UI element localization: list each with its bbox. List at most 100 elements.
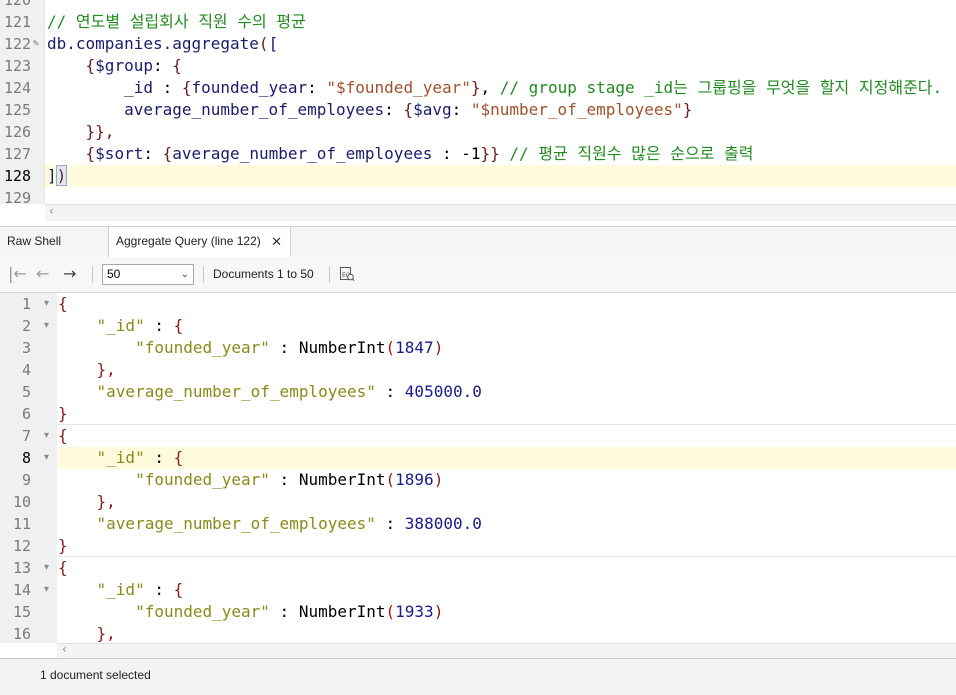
toolbar-divider: [329, 266, 330, 283]
code-token: _id: [47, 78, 153, 97]
editor-line[interactable]: 126 }},: [0, 121, 956, 143]
code-token: {: [403, 100, 414, 119]
code-token: :: [384, 100, 404, 119]
json-token: {: [58, 426, 68, 445]
result-line[interactable]: 2 ▾ "_id" : {: [0, 315, 956, 337]
json-text: "_id" : {: [58, 315, 184, 337]
code-token: ]: [47, 166, 57, 185]
query-editor[interactable]: 120 121 // 연도별 설립회사 직원 수의 평균 122 ✎ db.compani…: [0, 0, 956, 226]
fold-toggle-icon[interactable]: ▾: [44, 579, 49, 601]
editor-line[interactable]: 128]): [0, 165, 956, 187]
code-text[interactable]: // 연도별 설립회사 직원 수의 평균: [47, 11, 306, 33]
code-text[interactable]: {$group: {: [47, 55, 182, 77]
result-line[interactable]: 3 "founded_year" : NumberInt(1847): [0, 337, 956, 359]
result-line[interactable]: 5 "average_number_of_employees" : 405000…: [0, 381, 956, 403]
json-token: "_id": [58, 580, 145, 599]
editor-line[interactable]: 122 ✎ db.companies.aggregate([: [0, 33, 956, 55]
previous-page-icon[interactable]: ←: [36, 265, 49, 283]
output-tab-bar: Raw Shell Output Aggregate Query (line 1…: [0, 226, 956, 277]
current-line-highlight: [58, 447, 956, 469]
code-token: founded_year: [191, 78, 308, 97]
fold-toggle-icon[interactable]: ▾: [44, 557, 49, 579]
code-text[interactable]: {$sort: {average_number_of_employees : -…: [47, 143, 754, 165]
scroll-left-icon[interactable]: ‹: [62, 642, 67, 656]
editor-horizontal-scrollbar[interactable]: ‹: [45, 204, 956, 221]
code-token: {: [47, 144, 96, 163]
toolbar-divider: [203, 266, 204, 283]
code-token: [: [268, 34, 279, 53]
line-number: 120: [4, 0, 32, 9]
code-text[interactable]: average_number_of_employees: {$avg: "$nu…: [47, 99, 692, 121]
code-token: // 평균 직원수 많은 순으로 출력: [499, 144, 754, 163]
results-json-viewer[interactable]: 1 ▾ {2 ▾ "_id" : {3 "founded_year" : Number…: [0, 293, 956, 643]
code-text[interactable]: ]): [47, 165, 68, 187]
code-token: ,: [480, 78, 500, 97]
editor-line[interactable]: 121 // 연도별 설립회사 직원 수의 평균: [0, 11, 956, 33]
result-line[interactable]: 6}: [0, 403, 956, 425]
json-token: ): [433, 470, 444, 489]
line-number: 9: [21, 471, 31, 489]
close-icon[interactable]: ✕: [271, 227, 282, 256]
result-line[interactable]: 9 "founded_year" : NumberInt(1896): [0, 469, 956, 491]
json-token: "founded_year": [58, 602, 270, 621]
editor-line[interactable]: 123 {$group: {: [0, 55, 956, 77]
results-toolbar: |← ← → 50 ⌄ Documents 1 to 50 EQ: [0, 257, 956, 293]
result-line[interactable]: 12}: [0, 535, 956, 557]
json-token: ): [433, 338, 444, 357]
line-number: 14: [12, 581, 31, 599]
result-line[interactable]: 4 },: [0, 359, 956, 381]
first-page-icon[interactable]: |←: [8, 265, 27, 283]
code-token: ): [55, 165, 68, 186]
code-token: $sort: [95, 144, 144, 163]
json-token: {: [173, 448, 184, 467]
json-text: {: [58, 425, 68, 447]
query-code-icon[interactable]: EQ: [339, 266, 355, 282]
result-line[interactable]: 16 },: [0, 623, 956, 643]
code-text[interactable]: _id : {founded_year: "$founded_year"}, /…: [47, 77, 942, 99]
fold-toggle-icon[interactable]: ▾: [44, 425, 49, 447]
line-number: 123: [4, 57, 32, 75]
code-text[interactable]: }},: [47, 121, 115, 143]
json-token: : NumberInt: [269, 602, 386, 621]
result-line[interactable]: 1 ▾ {: [0, 293, 956, 315]
result-line[interactable]: 8 ▾ "_id" : {: [0, 447, 956, 469]
results-horizontal-scrollbar[interactable]: ‹: [57, 642, 956, 658]
json-text: },: [58, 359, 116, 381]
result-line[interactable]: 15 "founded_year" : NumberInt(1933): [0, 601, 956, 623]
result-line[interactable]: 14 ▾ "_id" : {: [0, 579, 956, 601]
fold-toggle-icon[interactable]: ▾: [44, 293, 49, 315]
result-line[interactable]: 13 ▾ {: [0, 557, 956, 579]
code-token: : -1: [432, 144, 481, 163]
code-token: }},: [47, 122, 115, 141]
tab-aggregate-query[interactable]: Aggregate Query (line 122) ✕: [108, 227, 291, 258]
document-range-label: Documents 1 to 50: [213, 267, 314, 281]
fold-toggle-icon[interactable]: ▾: [44, 315, 49, 337]
scroll-left-icon[interactable]: ‹: [49, 204, 54, 218]
json-token: }: [58, 404, 68, 423]
code-token: (: [258, 34, 269, 53]
line-number: 1: [21, 295, 31, 313]
result-line[interactable]: 7 ▾ {: [0, 425, 956, 447]
editor-line[interactable]: 125 average_number_of_employees: {$avg: …: [0, 99, 956, 121]
code-text[interactable]: db.companies.aggregate([: [47, 33, 278, 55]
page-size-select[interactable]: 50 ⌄: [102, 264, 194, 285]
line-number: 4: [21, 361, 31, 379]
code-token: {: [162, 144, 173, 163]
status-bar: 1 document selected: [0, 658, 956, 695]
json-token: "_id": [58, 448, 145, 467]
next-page-icon[interactable]: →: [63, 265, 76, 283]
editor-line[interactable]: 124 _id : {founded_year: "$founded_year"…: [0, 77, 956, 99]
fold-toggle-icon[interactable]: ▾: [44, 447, 49, 469]
json-text: "average_number_of_employees" : 388000.0: [58, 513, 482, 535]
result-line[interactable]: 11 "average_number_of_employees" : 38800…: [0, 513, 956, 535]
result-line[interactable]: 10 },: [0, 491, 956, 513]
json-text: },: [58, 623, 116, 643]
json-token: }: [58, 536, 68, 555]
line-number: 121: [4, 13, 32, 31]
editor-line[interactable]: 120: [0, 0, 956, 11]
json-token: "_id": [58, 316, 145, 335]
json-token: :: [375, 514, 405, 533]
editor-line[interactable]: 127 {$sort: {average_number_of_employees…: [0, 143, 956, 165]
tab-raw-shell-output[interactable]: Raw Shell Output: [0, 227, 107, 277]
code-token: :: [152, 56, 173, 75]
